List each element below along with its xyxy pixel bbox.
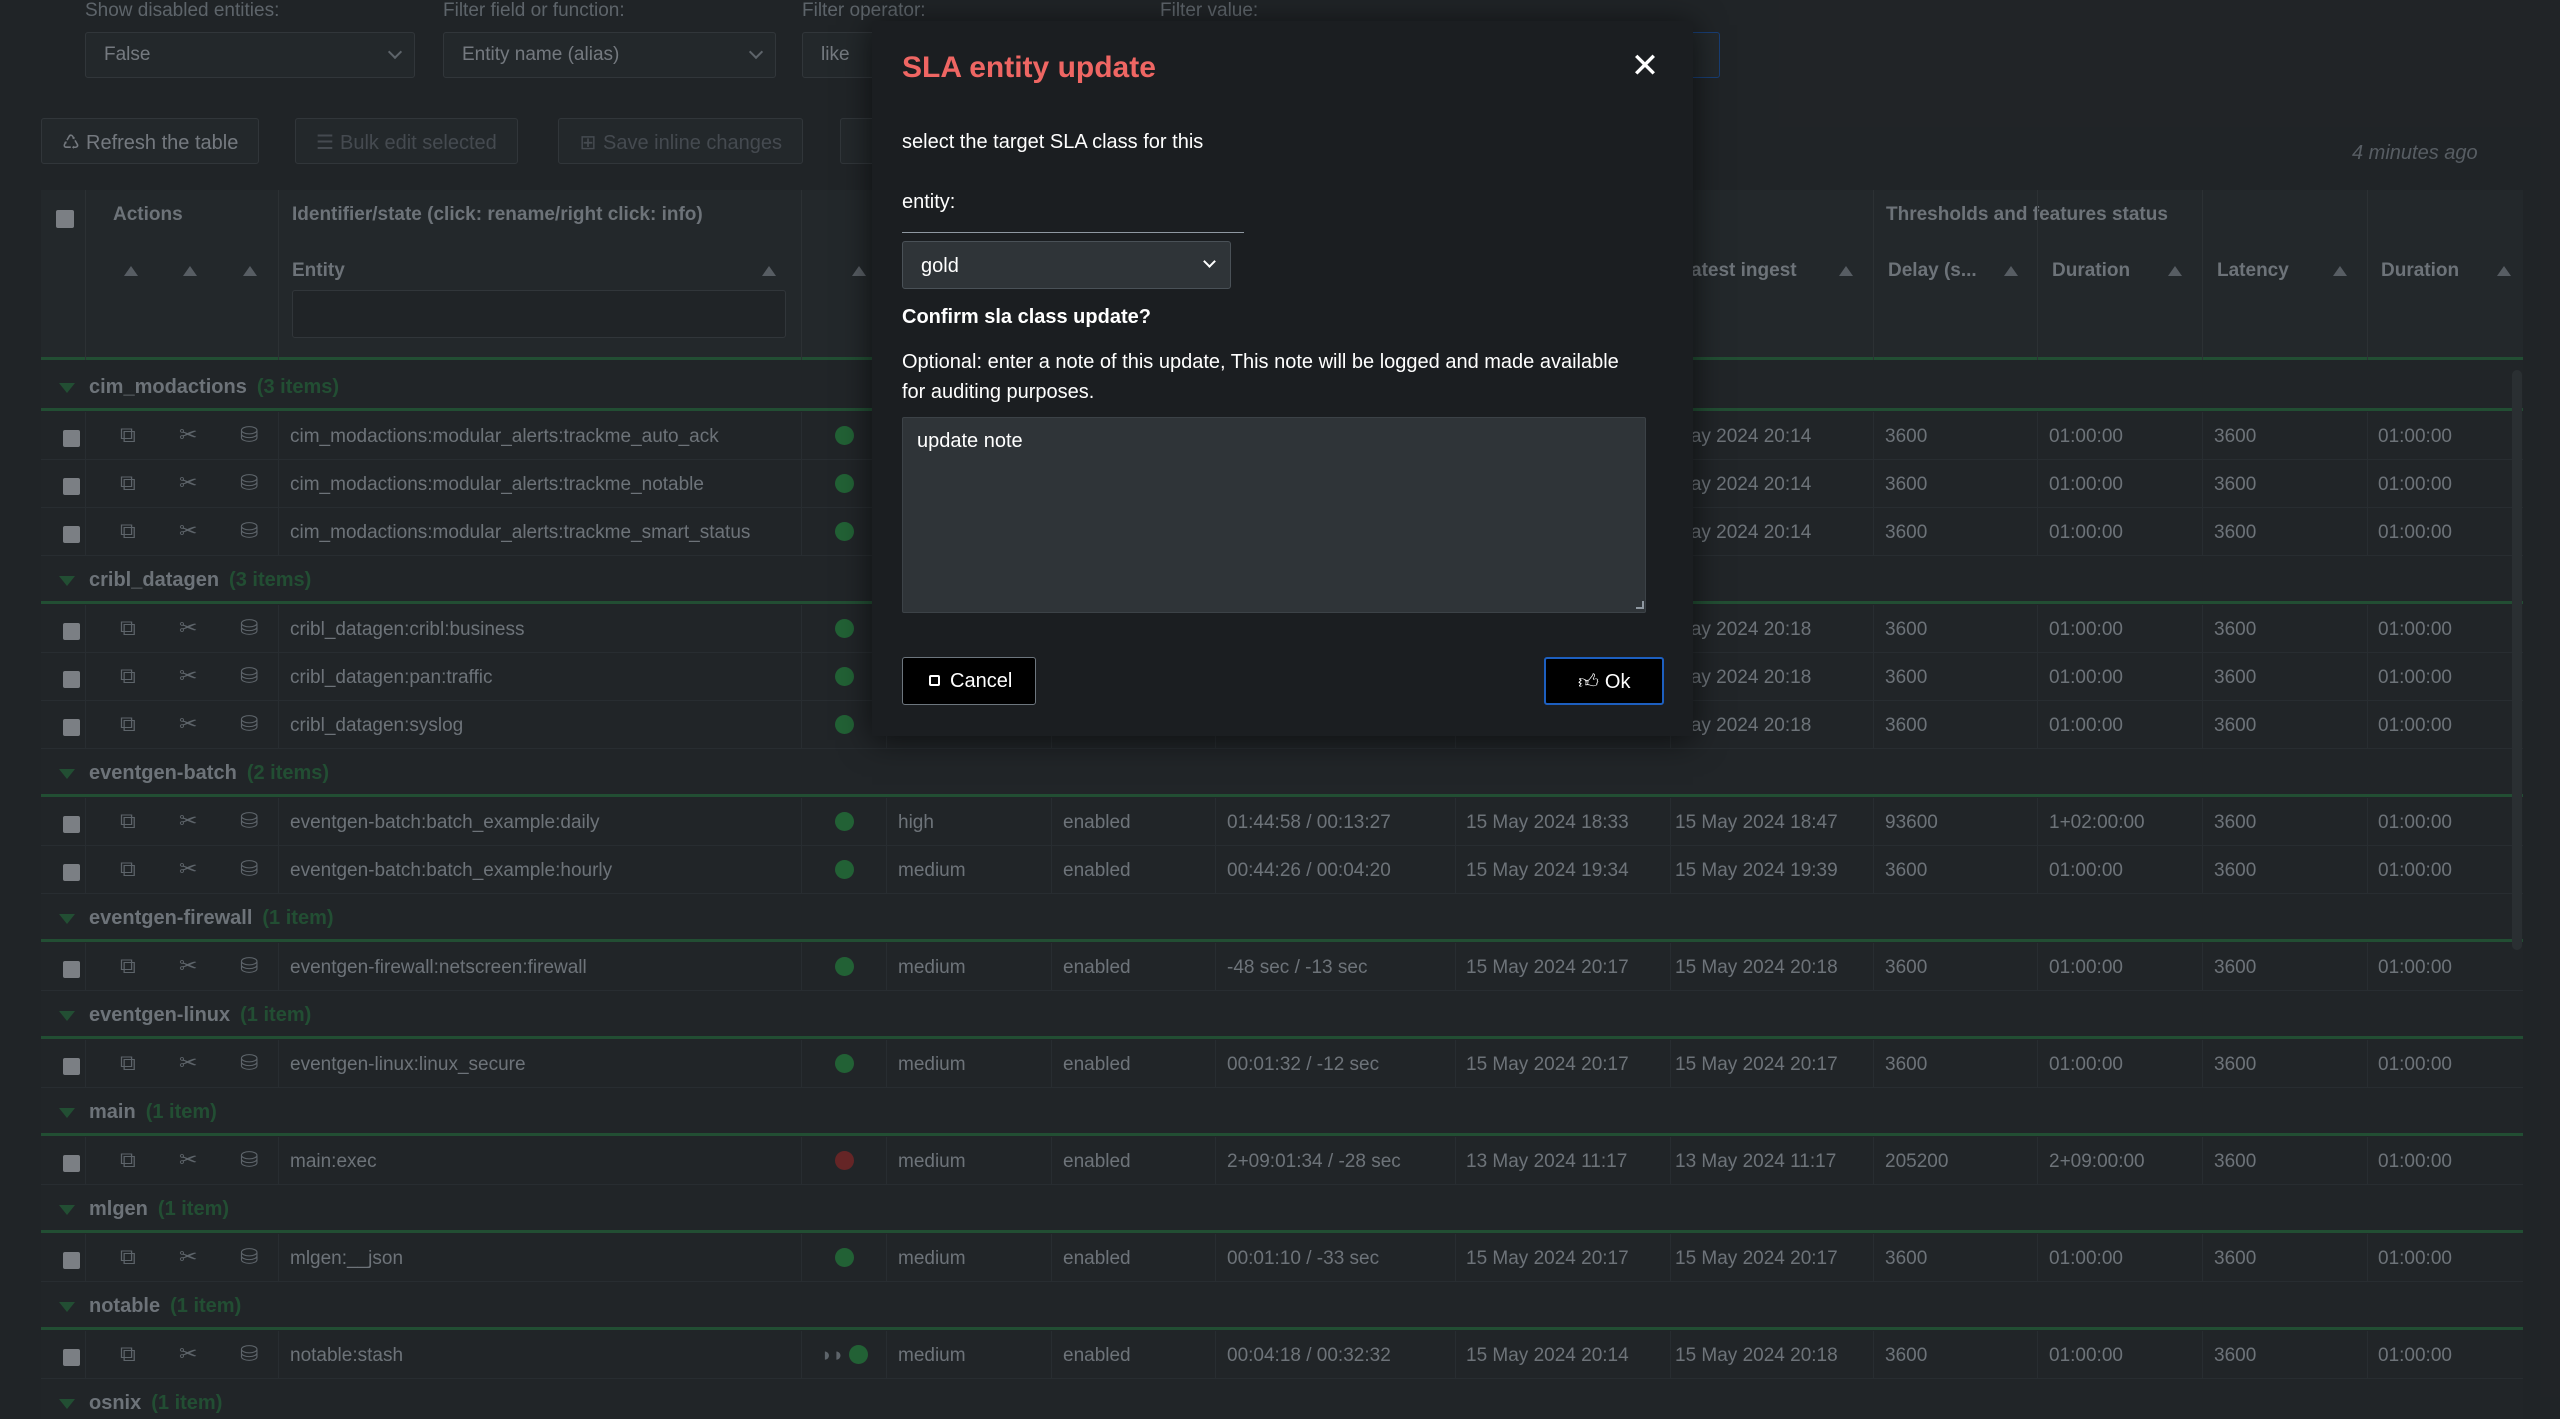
sla-class-select[interactable]: gold (902, 241, 1231, 289)
ok-label: Ok (1604, 671, 1631, 693)
divider (902, 232, 1244, 233)
ok-button[interactable]: 👍︎ Ok (1544, 657, 1664, 705)
confirm-heading: Confirm sla class update? (902, 306, 1151, 328)
cancel-label: Cancel (950, 670, 1013, 692)
optional-note-line-1: Optional: enter a note of this update, T… (902, 351, 1619, 373)
chevron-down-icon (1203, 255, 1216, 268)
close-icon[interactable]: ✕ (1630, 49, 1660, 83)
cancel-button[interactable]: Cancel (902, 657, 1036, 705)
sla-class-value: gold (921, 255, 959, 277)
optional-note-line-2: for auditing purposes. (902, 381, 1095, 403)
modal-prompt-line-1: select the target SLA class for this (902, 131, 1204, 153)
update-note-textarea[interactable] (902, 417, 1646, 613)
modal-title: SLA entity update (902, 51, 1156, 84)
stop-icon (929, 675, 940, 686)
resize-grip-icon[interactable] (1636, 601, 1644, 609)
modal-prompt-line-2: entity: (902, 191, 956, 213)
thumbs-up-icon: 👍︎ (1578, 671, 1599, 693)
sla-update-modal: SLA entity update ✕ select the target SL… (872, 21, 1693, 736)
